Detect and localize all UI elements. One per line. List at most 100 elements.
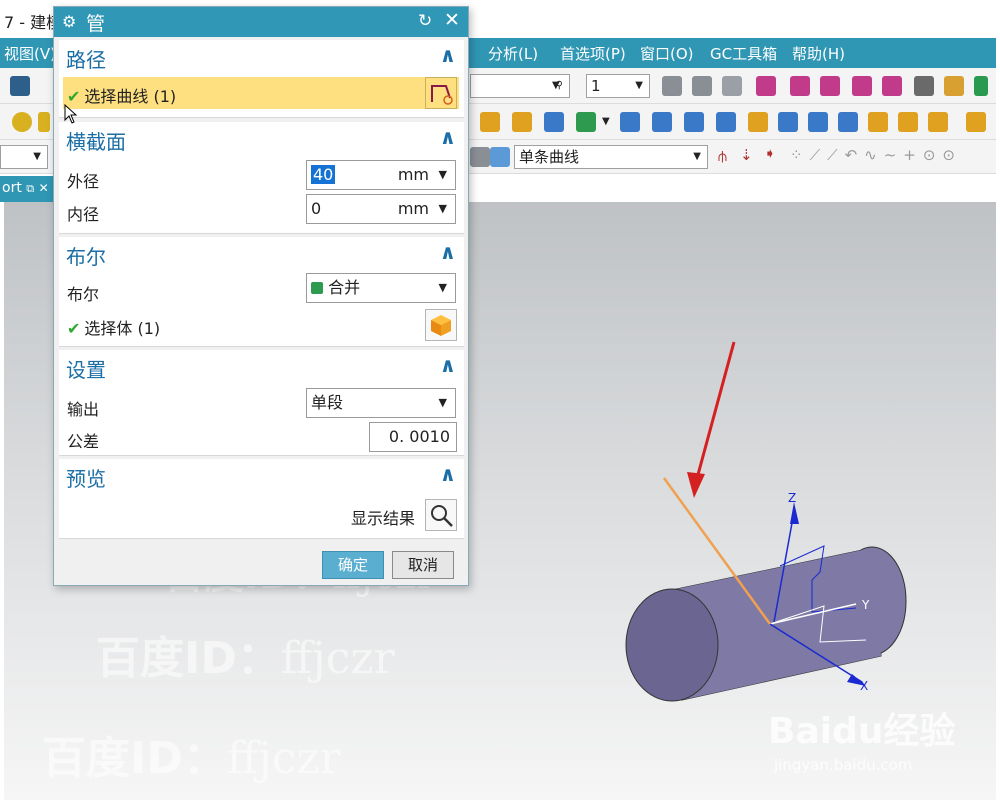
boolean-label: 布尔 [67, 285, 100, 304]
snap-point-icons[interactable]: ⁘⟋⟋↶∿∼+⊙⊙ [790, 146, 962, 164]
dialog-title: 管 [86, 13, 106, 35]
path-icon[interactable]: ➧ [764, 146, 776, 162]
layer-icon[interactable] [662, 76, 682, 96]
play-icon[interactable] [974, 76, 988, 96]
cursor-icon [64, 104, 78, 124]
unite-icon[interactable] [576, 112, 596, 132]
face-icon[interactable] [748, 112, 768, 132]
filter-icon[interactable] [470, 147, 490, 167]
unite-icon [311, 282, 323, 294]
vector-icon[interactable] [790, 76, 810, 96]
collapse-icon[interactable]: ∧ [440, 125, 456, 149]
collapse-icon[interactable]: ∧ [440, 462, 456, 486]
combine-icon[interactable] [544, 112, 564, 132]
point-icon[interactable] [756, 76, 776, 96]
chamfer-icon[interactable] [928, 112, 948, 132]
show-result-label: 显示结果 [351, 509, 416, 528]
paint-icon[interactable] [944, 76, 964, 96]
select-body-row[interactable]: ✔ 选择体 (1) [67, 315, 160, 339]
curve-icon [431, 85, 453, 105]
layer-select[interactable]: 1 ▼ [586, 74, 650, 98]
body-select-button[interactable] [425, 309, 457, 341]
collapse-icon[interactable]: ∧ [440, 240, 456, 264]
chevron-down-icon[interactable]: ▼ [602, 116, 610, 127]
close-icon[interactable]: ✕ [39, 181, 49, 195]
shell-icon[interactable] [652, 112, 672, 132]
collapse-icon[interactable]: ∧ [440, 43, 456, 67]
chevron-down-icon[interactable]: ▼ [439, 195, 447, 223]
tube-dialog: ⚙ 管 ↻ ✕ 路径 ∧ ✔选择曲线 (1) 横截面 ∧ 外径 40 mm ▼ [53, 6, 469, 586]
show-result-button[interactable] [425, 499, 457, 531]
extract-icon[interactable] [868, 112, 888, 132]
tolerance-label: 公差 [67, 432, 100, 451]
outer-diameter-input[interactable]: 40 mm ▼ [306, 160, 456, 190]
output-select[interactable]: 单段 ▼ [306, 388, 456, 418]
inner-diameter-input[interactable]: 0 mm ▼ [306, 194, 456, 224]
chevron-down-icon: ▼ [635, 80, 643, 91]
stop-icon[interactable]: ⇣ [740, 146, 753, 164]
cylinder-cap[interactable] [625, 588, 719, 702]
collapse-icon[interactable]: ∧ [440, 353, 456, 377]
magnifier-icon [431, 505, 453, 527]
move-icon[interactable] [914, 76, 934, 96]
layer-settings-icon[interactable] [692, 76, 712, 96]
menu-help[interactable]: 帮助(H) [792, 43, 845, 64]
section-title: 设置 [66, 358, 106, 382]
tolerance-input[interactable]: 0. 0010 [369, 422, 457, 452]
chevron-down-icon: ▼ [438, 281, 447, 294]
intersect-icon[interactable]: ⫛ [718, 147, 727, 165]
select-curve-row[interactable]: ✔ 选择曲线 (1) [63, 77, 459, 109]
outer-diameter-label: 外径 [67, 172, 100, 191]
ok-button[interactable]: 确定 [322, 551, 384, 579]
y-label: Y [861, 598, 870, 612]
trim-icon[interactable] [838, 112, 858, 132]
chevron-down-icon[interactable]: ▼ [439, 161, 447, 189]
menu-view[interactable]: 视图(V) [4, 43, 56, 64]
sheet-icon[interactable] [778, 112, 798, 132]
emboss-icon[interactable] [480, 112, 500, 132]
section-cross-section: 横截面 ∧ 外径 40 mm ▼ 内径 0 mm ▼ [59, 122, 464, 234]
viewport-tab[interactable]: ort ⧉ ✕ [0, 176, 60, 202]
block-icon[interactable] [38, 112, 50, 132]
section-settings: 设置 ∧ 输出 单段 ▼ 公差 0. 0010 [59, 350, 464, 456]
cube-icon[interactable] [966, 112, 986, 132]
body-filter-icon[interactable] [490, 147, 510, 167]
gear-icon[interactable]: ⚙ [62, 12, 76, 31]
plane-icon[interactable] [722, 76, 742, 96]
check-icon: ✔ [67, 319, 81, 338]
menu-gc-toolbox[interactable]: GC工具箱 [710, 43, 777, 64]
restore-icon[interactable]: ⧉ [26, 182, 34, 195]
filter-select[interactable]: ▼ [0, 145, 48, 169]
pointer-arrow [694, 341, 736, 483]
save-icon[interactable] [10, 76, 30, 96]
book-icon[interactable] [620, 112, 640, 132]
datum-icon[interactable] [820, 76, 840, 96]
section-title: 布尔 [66, 245, 106, 269]
dropdown-arrow-icon[interactable]: ▼ [552, 80, 560, 91]
sphere-icon[interactable] [12, 112, 32, 132]
offset-icon[interactable] [716, 112, 736, 132]
axis-icon[interactable] [882, 76, 902, 96]
thicken-icon[interactable] [808, 112, 828, 132]
csys-icon[interactable] [852, 76, 872, 96]
z-arrow-icon [790, 502, 799, 524]
menu-analysis[interactable]: 分析(L) [488, 43, 538, 64]
fillet-icon[interactable] [898, 112, 918, 132]
section-path: 路径 ∧ ✔ 选择曲线 (1) [59, 40, 464, 118]
menu-window[interactable]: 窗口(O) [640, 43, 694, 64]
chevron-down-icon: ▼ [33, 151, 41, 162]
menu-preferences[interactable]: 首选项(P) [560, 43, 626, 64]
pattern-icon[interactable] [512, 112, 532, 132]
cancel-button[interactable]: 取消 [392, 551, 454, 579]
reset-icon[interactable]: ↻ [418, 11, 432, 31]
dialog-header: ⚙ 管 ↻ ✕ [54, 7, 468, 37]
inner-diameter-label: 内径 [67, 205, 100, 224]
draft-icon[interactable] [684, 112, 704, 132]
boolean-select[interactable]: 合并 ▼ [306, 273, 456, 303]
close-icon[interactable]: ✕ [444, 9, 460, 31]
pointer-arrowhead [687, 472, 705, 498]
section-preview: 预览 ∧ 显示结果 [59, 459, 464, 539]
curve-rule-select[interactable]: 单条曲线 ▼ [514, 145, 708, 169]
curve-select-button[interactable] [425, 77, 457, 109]
chevron-down-icon: ▼ [693, 151, 701, 162]
